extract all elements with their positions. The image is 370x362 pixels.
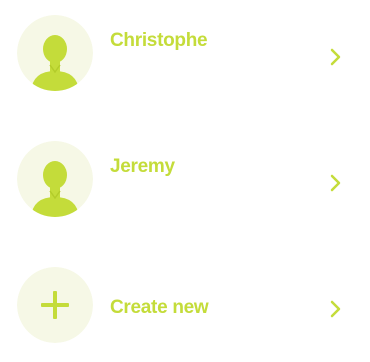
user-icon <box>17 15 93 91</box>
create-new-item[interactable]: Create new <box>0 262 370 352</box>
create-avatar <box>17 267 93 343</box>
avatar <box>17 141 93 217</box>
profile-name: Christophe <box>110 30 208 51</box>
avatar <box>17 15 93 91</box>
profile-name: Jeremy <box>110 156 175 177</box>
chevron-right-icon[interactable] <box>328 46 344 68</box>
profile-item-jeremy[interactable]: Jeremy <box>0 136 370 226</box>
profile-item-christophe[interactable]: Christophe <box>0 10 370 100</box>
plus-icon <box>17 267 93 343</box>
chevron-right-icon[interactable] <box>328 298 344 320</box>
chevron-right-icon[interactable] <box>328 172 344 194</box>
user-icon <box>17 141 93 217</box>
create-new-label: Create new <box>110 297 209 318</box>
